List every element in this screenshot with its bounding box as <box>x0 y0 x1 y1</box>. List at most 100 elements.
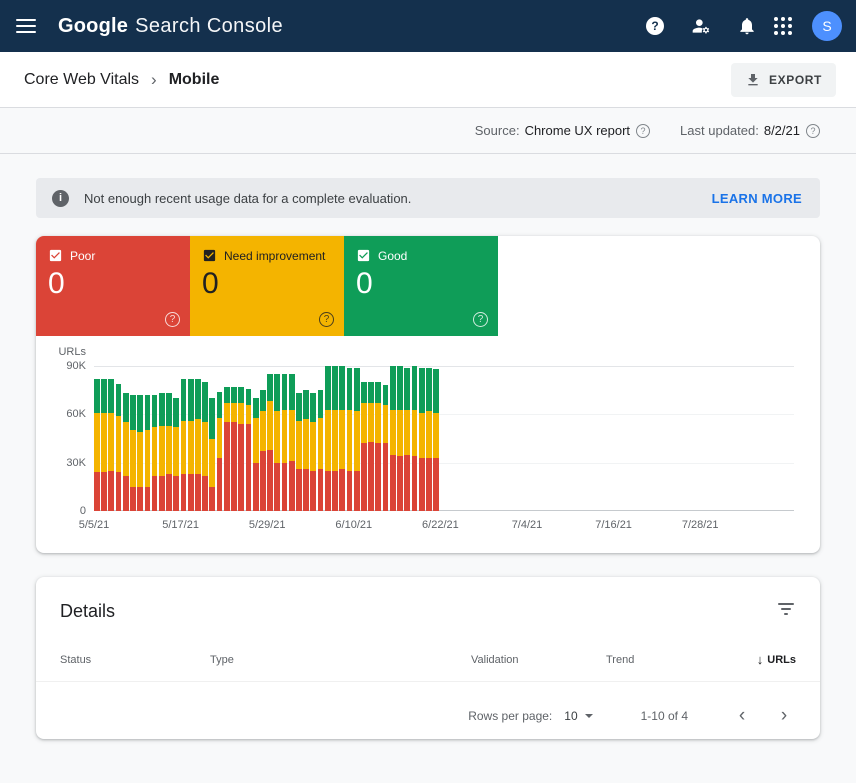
page-title: Mobile <box>169 71 220 89</box>
chart-bar <box>123 366 129 511</box>
chart-bar <box>173 366 179 511</box>
chart-bar <box>94 366 100 511</box>
y-axis-title: URLs <box>46 346 86 358</box>
x-axis-tick-label: 7/28/21 <box>682 519 719 531</box>
chart-bar <box>116 366 122 511</box>
chart-bar <box>246 366 252 511</box>
topbar-actions: ? <box>644 15 758 37</box>
chart-bar <box>433 366 439 511</box>
tile-poor-value: 0 <box>48 267 178 302</box>
menu-icon[interactable] <box>16 19 36 33</box>
chart-bar <box>361 366 367 511</box>
info-banner: i Not enough recent usage data for a com… <box>36 178 820 218</box>
chart-bar <box>195 366 201 511</box>
chart-bar <box>397 366 403 511</box>
y-tick-0: 0 <box>46 505 86 517</box>
chart-bar <box>426 366 432 511</box>
next-page-button[interactable]: › <box>772 706 796 725</box>
last-updated-label: Last updated: <box>680 123 759 138</box>
tile-need-improvement-help-icon[interactable]: ? <box>319 312 334 327</box>
top-app-bar: Google Search Console ? S <box>0 0 856 52</box>
chart-bar <box>202 366 208 511</box>
filter-icon[interactable] <box>776 601 796 617</box>
x-axis-tick-label: 6/10/21 <box>335 519 372 531</box>
download-icon <box>745 72 761 88</box>
rows-per-page-label: Rows per page: <box>468 709 552 723</box>
google-apps-grid-icon[interactable] <box>774 17 792 35</box>
y-tick-30k: 30K <box>46 457 86 469</box>
tile-poor-help-icon[interactable]: ? <box>165 312 180 327</box>
brand-google: Google <box>58 15 128 38</box>
chart-bar <box>108 366 114 511</box>
chart-bar <box>267 366 273 511</box>
chart-bar <box>231 366 237 511</box>
checkbox-checked-icon <box>48 248 63 263</box>
column-header-type[interactable]: Type <box>210 654 471 666</box>
column-header-validation[interactable]: Validation <box>471 654 606 666</box>
chart-bar <box>368 366 374 511</box>
last-updated-value: 8/2/21 <box>764 123 800 138</box>
y-tick-60k: 60K <box>46 408 86 420</box>
tile-poor-label: Poor <box>70 249 95 263</box>
chart-bar <box>166 366 172 511</box>
notifications-bell-icon[interactable] <box>736 15 758 37</box>
details-card: Details Status Type Validation Trend ↓ U… <box>36 577 820 739</box>
chart-bar <box>390 366 396 511</box>
chart-bar <box>101 366 107 511</box>
chart-bar <box>325 366 331 511</box>
pagination-range: 1-10 of 4 <box>641 709 688 723</box>
tile-good-label: Good <box>378 249 407 263</box>
tile-good-help-icon[interactable]: ? <box>473 312 488 327</box>
x-axis-tick-label: 5/17/21 <box>162 519 199 531</box>
learn-more-link[interactable]: LEARN MORE <box>712 191 802 206</box>
export-button[interactable]: EXPORT <box>731 63 836 97</box>
tile-need-improvement[interactable]: Need improvement 0 ? <box>190 236 344 336</box>
help-icon[interactable]: ? <box>644 15 666 37</box>
avatar[interactable]: S <box>812 11 842 41</box>
banner-message: Not enough recent usage data for a compl… <box>84 191 411 206</box>
y-tick-90k: 90K <box>46 360 86 372</box>
page: Google Search Console ? S Core Web Vital… <box>0 0 856 783</box>
user-settings-icon[interactable] <box>690 15 712 37</box>
chart-bar <box>419 366 425 511</box>
x-axis-tick-label: 5/5/21 <box>79 519 110 531</box>
details-title: Details <box>36 601 820 622</box>
chart-bar <box>253 366 259 511</box>
details-table-header: Status Type Validation Trend ↓ URLs <box>36 652 820 682</box>
column-header-status[interactable]: Status <box>60 654 210 666</box>
chart-bar <box>404 366 410 511</box>
source-value: Chrome UX report <box>525 123 630 138</box>
chevron-right-icon: › <box>151 70 157 90</box>
chart-bar <box>152 366 158 511</box>
report-meta-bar: Source: Chrome UX report ? Last updated:… <box>0 108 856 154</box>
column-header-trend[interactable]: Trend <box>606 654 716 666</box>
breadcrumb-bar: Core Web Vitals › Mobile EXPORT <box>0 52 856 108</box>
tile-good[interactable]: Good 0 ? <box>344 236 498 336</box>
export-button-label: EXPORT <box>769 73 822 87</box>
chart-plot-area: URLs 90K 60K 30K 0 <box>94 366 794 511</box>
chart-bar <box>130 366 136 511</box>
previous-page-button[interactable]: ‹ <box>730 706 754 725</box>
column-header-urls[interactable]: ↓ URLs <box>716 652 796 667</box>
chart-bar <box>303 366 309 511</box>
chart-bar <box>318 366 324 511</box>
chart-bar <box>274 366 280 511</box>
last-updated-help-icon[interactable]: ? <box>806 124 820 138</box>
chart-bar <box>339 366 345 511</box>
info-icon: i <box>52 190 69 207</box>
tile-need-improvement-label: Need improvement <box>224 249 325 263</box>
chart-bar <box>238 366 244 511</box>
source-help-icon[interactable]: ? <box>636 124 650 138</box>
app-title: Google Search Console <box>58 15 283 38</box>
brand-search-console: Search Console <box>135 15 283 38</box>
chart-bar <box>383 366 389 511</box>
chart-bar <box>159 366 165 511</box>
chart-bar <box>260 366 266 511</box>
source-info: Source: Chrome UX report ? <box>475 123 650 138</box>
chart-bar <box>347 366 353 511</box>
tile-poor[interactable]: Poor 0 ? <box>36 236 190 336</box>
breadcrumb-core-web-vitals[interactable]: Core Web Vitals <box>24 71 139 89</box>
checkbox-checked-icon <box>356 248 371 263</box>
dropdown-caret-icon <box>585 714 593 718</box>
rows-per-page-select[interactable]: 10 <box>564 709 592 723</box>
